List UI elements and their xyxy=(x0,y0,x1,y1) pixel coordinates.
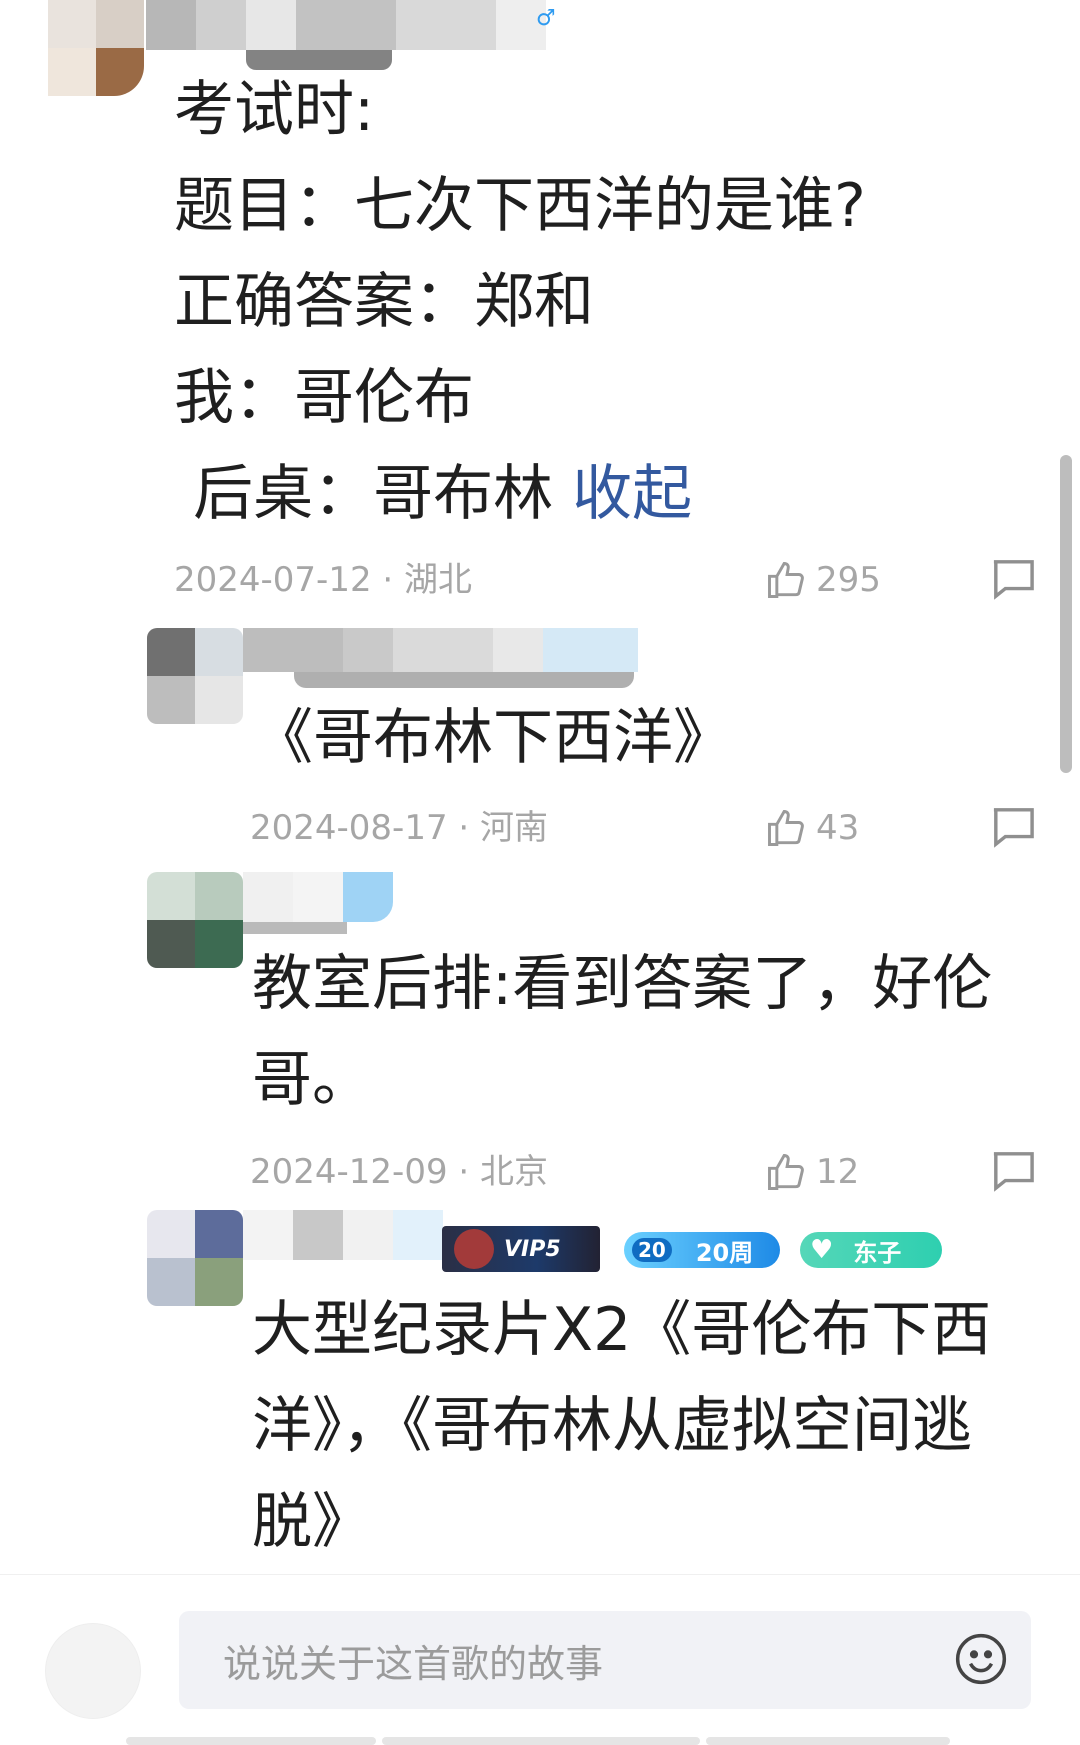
scrollbar[interactable] xyxy=(1060,455,1072,773)
like-button[interactable]: 12 xyxy=(764,1150,859,1194)
comment-bubble-icon[interactable] xyxy=(990,558,1036,600)
tag-badge[interactable]: ♥ 东子 xyxy=(800,1232,942,1268)
like-button[interactable]: 295 xyxy=(764,558,881,602)
heart-icon: ♥ xyxy=(810,1235,834,1265)
comment-text: 教室后排:看到答案了，好伦哥。 xyxy=(252,949,993,1115)
collapse-link[interactable]: 收起 xyxy=(572,459,692,529)
like-count: 295 xyxy=(816,560,881,600)
avatar[interactable] xyxy=(147,872,243,968)
like-count: 43 xyxy=(816,808,860,848)
thumbs-up-icon xyxy=(768,810,804,846)
male-icon: ♂ xyxy=(536,6,556,31)
comment-date-location: 2024-07-12 · 湖北 xyxy=(174,560,473,600)
comment-text: 大型纪录片X2《哥伦布下西洋》，《哥布林从虚拟空间逃脱》 xyxy=(252,1295,992,1557)
listen-weeks-badge[interactable]: 20 20周 xyxy=(624,1232,780,1268)
comment-input-placeholder: 说说关于这首歌的故事 xyxy=(223,1641,604,1686)
comment-text: 考试时: 题目：七次下西洋的是谁? 正确答案：郑和 我：哥伦布 后桌：哥布林 收… xyxy=(174,75,866,529)
avatar[interactable] xyxy=(48,0,144,96)
smile-emoji-icon[interactable] xyxy=(953,1631,1009,1687)
avatar[interactable] xyxy=(147,628,243,724)
comment-bubble-icon[interactable] xyxy=(990,806,1036,848)
my-avatar[interactable] xyxy=(45,1623,141,1719)
like-count: 12 xyxy=(816,1152,860,1192)
like-button[interactable]: 43 xyxy=(764,806,859,850)
comment-date-location: 2024-12-09 · 北京 xyxy=(250,1152,549,1192)
username[interactable] xyxy=(243,628,638,672)
avatar[interactable] xyxy=(147,1210,243,1306)
comment-date-location: 2024-08-17 · 河南 xyxy=(250,808,549,848)
thumbs-up-icon xyxy=(768,1154,804,1190)
comment-composer: 说说关于这首歌的故事 xyxy=(0,1574,1080,1745)
vip-badge[interactable]: VIP5 xyxy=(442,1226,600,1272)
username[interactable] xyxy=(146,0,546,50)
comment-text: 《哥布林下西洋》 xyxy=(253,703,733,773)
username[interactable] xyxy=(243,1210,443,1260)
thumbs-up-icon xyxy=(768,562,804,598)
comment-bubble-icon[interactable] xyxy=(990,1150,1036,1192)
comment-input[interactable]: 说说关于这首歌的故事 xyxy=(179,1611,1031,1709)
username[interactable] xyxy=(243,872,393,922)
